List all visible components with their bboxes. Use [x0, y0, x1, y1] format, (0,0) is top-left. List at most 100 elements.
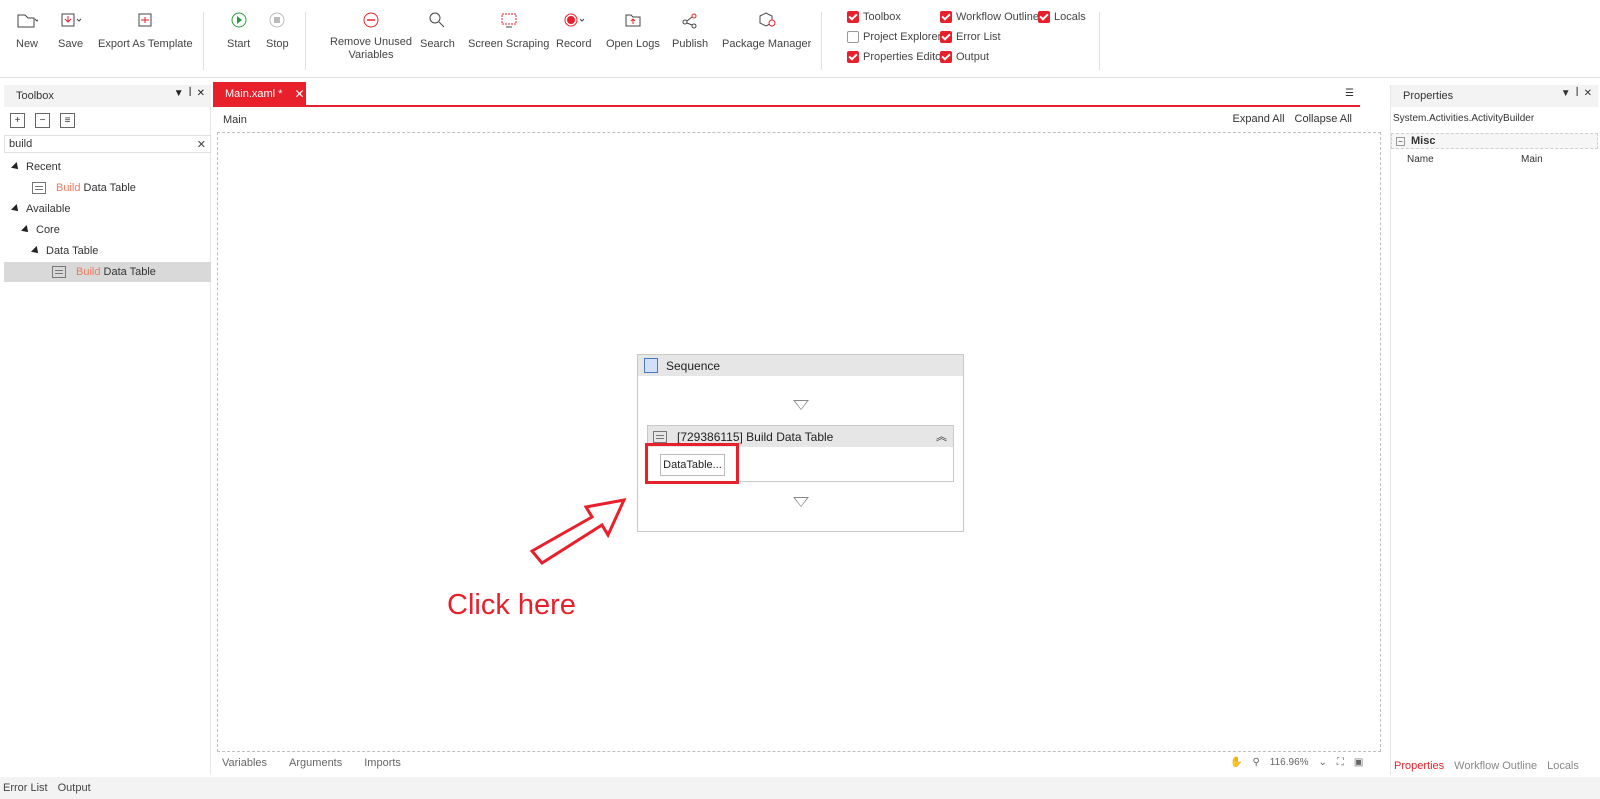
- project-explorer-checkbox[interactable]: Project Explorer: [847, 29, 941, 45]
- share-icon: [681, 8, 699, 32]
- output-tab[interactable]: Output: [58, 782, 91, 794]
- search-button[interactable]: Search: [420, 8, 455, 51]
- tree-item-build-data-table[interactable]: Build Data Table: [4, 262, 211, 282]
- expand-triangle-icon: [11, 204, 21, 214]
- checkbox-checked-icon: [940, 11, 952, 23]
- pin-icon[interactable]: ꟾ: [1576, 88, 1579, 99]
- hand-icon[interactable]: ✋: [1230, 757, 1242, 768]
- toolbox-tools: + − ≡: [10, 113, 75, 128]
- tab-main-xaml[interactable]: Main.xaml * ✕: [213, 82, 306, 105]
- overview-icon[interactable]: ▣: [1354, 757, 1363, 768]
- properties-panel: Properties ▼ ꟾ ✕ System.Activities.Activ…: [1390, 85, 1598, 775]
- toolbox-header: Toolbox ▼ ꟾ ✕: [4, 85, 211, 107]
- expand-triangle-icon: [21, 225, 31, 235]
- save-icon: [60, 8, 82, 32]
- zoom-dropdown-icon[interactable]: ⌄: [1319, 757, 1327, 768]
- properties-header: Properties ▼ ꟾ ✕: [1391, 85, 1598, 107]
- error-list-checkbox[interactable]: Error List: [940, 29, 1001, 45]
- expand-all-icon[interactable]: +: [10, 113, 25, 128]
- tab-arguments[interactable]: Arguments: [289, 757, 342, 769]
- close-icon[interactable]: ✕: [1584, 88, 1592, 99]
- zoom-level[interactable]: 116.96%: [1270, 757, 1309, 768]
- toolbox-search-input[interactable]: build ✕: [4, 135, 211, 153]
- tree-item-recent-build-data-table[interactable]: Build Data Table: [32, 178, 136, 198]
- ribbon: New Save Export As Template Start Stop R…: [0, 0, 1600, 78]
- properties-editor-checkbox[interactable]: Properties Editor: [847, 49, 945, 65]
- highlight-box: [645, 443, 739, 484]
- close-icon[interactable]: ✕: [197, 88, 205, 99]
- stop-button[interactable]: Stop: [266, 8, 289, 51]
- expand-triangle-icon: [11, 162, 21, 172]
- close-tab-icon[interactable]: ✕: [294, 87, 304, 101]
- checkbox-unchecked-icon: [847, 31, 859, 43]
- tree-group-recent[interactable]: Recent: [11, 157, 61, 177]
- ribbon-separator: [821, 12, 822, 70]
- fit-to-screen-icon[interactable]: ⛶: [1337, 757, 1344, 768]
- zoom-controls: ✋ ⚲ 116.96% ⌄ ⛶ ▣: [1230, 757, 1363, 768]
- tab-properties[interactable]: Properties: [1394, 760, 1444, 772]
- toolbox-panel: Toolbox ▼ ꟾ ✕ + − ≡ build ✕ Recent Build…: [4, 85, 211, 775]
- screen-scraping-button[interactable]: Screen Scraping: [468, 8, 549, 51]
- drop-target-icon[interactable]: [793, 497, 809, 507]
- search-icon: [428, 8, 446, 32]
- new-file-icon: [16, 8, 38, 32]
- record-button[interactable]: Record: [556, 8, 591, 51]
- record-icon: [562, 8, 586, 32]
- properties-type: System.Activities.ActivityBuilder: [1393, 113, 1535, 124]
- zoom-icon[interactable]: ⚲: [1252, 757, 1259, 768]
- activity-icon: [32, 182, 46, 194]
- sequence-header: Sequence: [638, 355, 963, 376]
- list-view-icon[interactable]: ≡: [60, 113, 75, 128]
- export-template-button[interactable]: Export As Template: [98, 8, 193, 51]
- error-list-tab[interactable]: Error List: [3, 782, 48, 794]
- properties-category[interactable]: − Misc: [1391, 133, 1598, 149]
- tree-group-data-table[interactable]: Data Table: [31, 241, 98, 261]
- publish-button[interactable]: Publish: [672, 8, 708, 51]
- tab-menu-icon[interactable]: ☰: [1345, 88, 1354, 99]
- tab-locals[interactable]: Locals: [1547, 760, 1579, 772]
- remove-unused-variables-button[interactable]: Remove Unused Variables: [330, 8, 412, 62]
- new-button[interactable]: New: [16, 8, 38, 51]
- property-row-name[interactable]: Name Main: [1391, 151, 1598, 167]
- collapse-all-icon[interactable]: −: [35, 113, 50, 128]
- tab-workflow-outline[interactable]: Workflow Outline: [1454, 760, 1537, 772]
- property-name-value[interactable]: Main: [1521, 154, 1543, 165]
- collapse-icon[interactable]: −: [1396, 136, 1405, 146]
- package-icon: [757, 8, 777, 32]
- package-manager-button[interactable]: Package Manager: [722, 8, 811, 51]
- open-logs-button[interactable]: Open Logs: [606, 8, 660, 51]
- annotation-text: Click here: [447, 589, 576, 621]
- output-checkbox[interactable]: Output: [940, 49, 989, 65]
- dropdown-icon[interactable]: ▼: [1561, 88, 1571, 99]
- tab-variables[interactable]: Variables: [222, 757, 267, 769]
- tree-group-core[interactable]: Core: [21, 220, 60, 240]
- dropdown-icon[interactable]: ▼: [174, 88, 184, 99]
- breadcrumb-main[interactable]: Main: [223, 114, 247, 126]
- activity-icon: [52, 266, 66, 278]
- start-button[interactable]: Start: [227, 8, 250, 51]
- checkbox-checked-icon: [847, 11, 859, 23]
- drop-target-icon[interactable]: [793, 400, 809, 410]
- sequence-icon: [644, 358, 658, 373]
- save-button[interactable]: Save: [58, 8, 83, 51]
- clear-search-icon[interactable]: ✕: [197, 138, 206, 151]
- stop-icon: [268, 8, 286, 32]
- pin-icon[interactable]: ꟾ: [189, 88, 192, 99]
- play-icon: [230, 8, 248, 32]
- tab-imports[interactable]: Imports: [364, 757, 401, 769]
- locals-checkbox[interactable]: Locals: [1038, 9, 1086, 25]
- expand-all-link[interactable]: Expand All: [1233, 113, 1285, 125]
- designer-bottom-tabs: Variables Arguments Imports: [222, 757, 401, 769]
- checkbox-checked-icon: [847, 51, 859, 63]
- tree-group-available[interactable]: Available: [11, 199, 70, 219]
- remove-icon: [362, 8, 380, 32]
- breadcrumb: Main Expand All Collapse All: [213, 110, 1360, 130]
- checkbox-checked-icon: [940, 31, 952, 43]
- toolbox-checkbox[interactable]: Toolbox: [847, 9, 901, 25]
- collapse-all-link[interactable]: Collapse All: [1295, 113, 1352, 125]
- annotation-arrow-icon: [529, 498, 627, 565]
- workflow-outline-checkbox[interactable]: Workflow Outline: [940, 9, 1039, 25]
- ribbon-separator: [305, 12, 306, 70]
- properties-bottom-tabs: Properties Workflow Outline Locals: [1394, 760, 1579, 772]
- collapse-chevron-icon[interactable]: ︽: [936, 428, 947, 444]
